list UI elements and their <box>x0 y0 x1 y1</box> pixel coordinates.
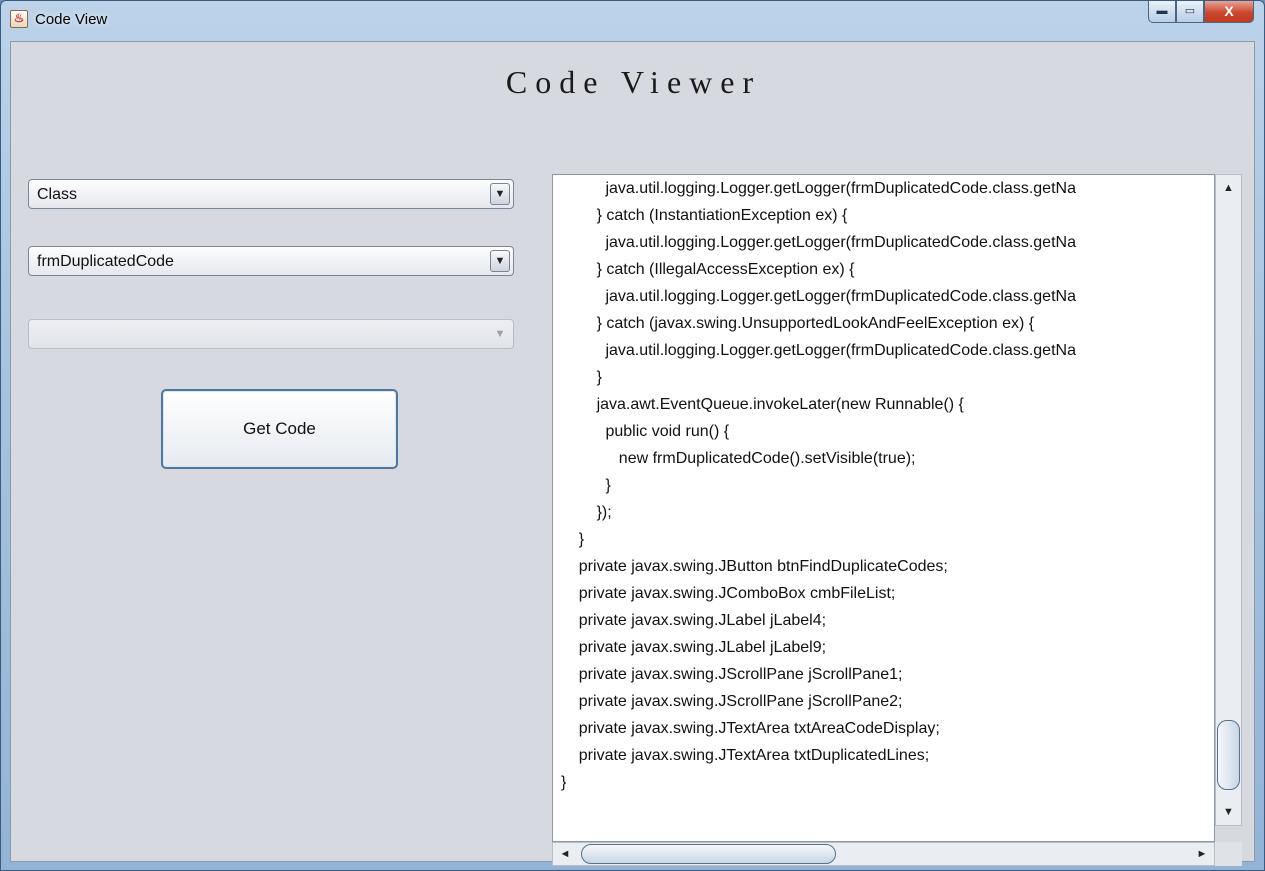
code-line: } <box>561 369 602 386</box>
scrollbar-corner <box>1215 842 1242 866</box>
scroll-right-arrow-icon[interactable]: ► <box>1192 843 1212 865</box>
maximize-button[interactable]: ▭ <box>1176 1 1204 23</box>
caption-buttons: ▬ ▭ X <box>1148 1 1254 25</box>
member-combo: ▼ <box>28 319 514 349</box>
code-text: java.util.logging.Logger.getLogger(frmDu… <box>561 175 1076 796</box>
code-line: java.util.logging.Logger.getLogger(frmDu… <box>561 180 1076 197</box>
code-line: java.util.logging.Logger.getLogger(frmDu… <box>561 234 1076 251</box>
code-line: private javax.swing.JScrollPane jScrollP… <box>561 666 903 683</box>
get-code-button[interactable]: Get Code <box>161 389 398 469</box>
horizontal-scroll-thumb[interactable] <box>581 844 836 864</box>
code-line: private javax.swing.JComboBox cmbFileLis… <box>561 585 896 602</box>
file-combo[interactable]: frmDuplicatedCode ▼ <box>28 246 514 276</box>
code-line: } catch (javax.swing.UnsupportedLookAndF… <box>561 315 1035 332</box>
code-line: private javax.swing.JScrollPane jScrollP… <box>561 693 903 710</box>
vertical-scroll-thumb[interactable] <box>1217 720 1240 790</box>
code-line: private javax.swing.JButton btnFindDupli… <box>561 558 948 575</box>
scroll-up-arrow-icon[interactable]: ▲ <box>1216 177 1241 199</box>
code-line: } <box>561 774 567 791</box>
minimize-button[interactable]: ▬ <box>1148 1 1176 23</box>
code-line: } <box>561 477 611 494</box>
code-display-textarea[interactable]: java.util.logging.Logger.getLogger(frmDu… <box>552 174 1215 842</box>
scroll-down-arrow-icon[interactable]: ▼ <box>1216 801 1241 823</box>
code-line: private javax.swing.JTextArea txtAreaCod… <box>561 720 940 737</box>
type-combo-value: Class <box>37 186 78 203</box>
window-title: Code View <box>35 11 108 28</box>
code-line: }); <box>561 504 612 521</box>
content-panel: Code Viewer Class ▼ frmDuplicatedCode ▼ … <box>10 41 1255 866</box>
chevron-down-icon[interactable]: ▼ <box>490 183 510 205</box>
page-title: Code Viewer <box>505 64 762 100</box>
code-line: java.util.logging.Logger.getLogger(frmDu… <box>561 288 1076 305</box>
chevron-down-icon[interactable]: ▼ <box>490 250 510 272</box>
code-line: public void run() { <box>561 423 730 440</box>
code-line: private javax.swing.JTextArea txtDuplica… <box>561 747 930 764</box>
title-bar[interactable]: ♨ Code View ▬ ▭ X <box>1 1 1264 41</box>
code-line: java.util.logging.Logger.getLogger(frmDu… <box>561 342 1076 359</box>
file-combo-value: frmDuplicatedCode <box>37 253 174 270</box>
code-line: } catch (IllegalAccessException ex) { <box>561 261 855 278</box>
close-button[interactable]: X <box>1204 1 1254 23</box>
code-line: } catch (InstantiationException ex) { <box>561 207 848 224</box>
code-line: } <box>561 531 585 548</box>
type-combo[interactable]: Class ▼ <box>28 179 514 209</box>
code-line: private javax.swing.JLabel jLabel4; <box>561 612 827 629</box>
chevron-down-icon: ▼ <box>494 328 506 340</box>
horizontal-scrollbar[interactable]: ◄ ► <box>552 842 1215 866</box>
vertical-scrollbar[interactable]: ▲ ▼ <box>1215 174 1242 826</box>
code-line: private javax.swing.JLabel jLabel9; <box>561 639 827 656</box>
code-line: new frmDuplicatedCode().setVisible(true)… <box>561 450 916 467</box>
code-line: java.awt.EventQueue.invokeLater(new Runn… <box>561 396 964 413</box>
app-window: ♨ Code View ▬ ▭ X Code Viewer Class ▼ fr… <box>0 0 1265 871</box>
java-app-icon[interactable]: ♨ <box>10 10 28 28</box>
scroll-left-arrow-icon[interactable]: ◄ <box>555 843 575 865</box>
